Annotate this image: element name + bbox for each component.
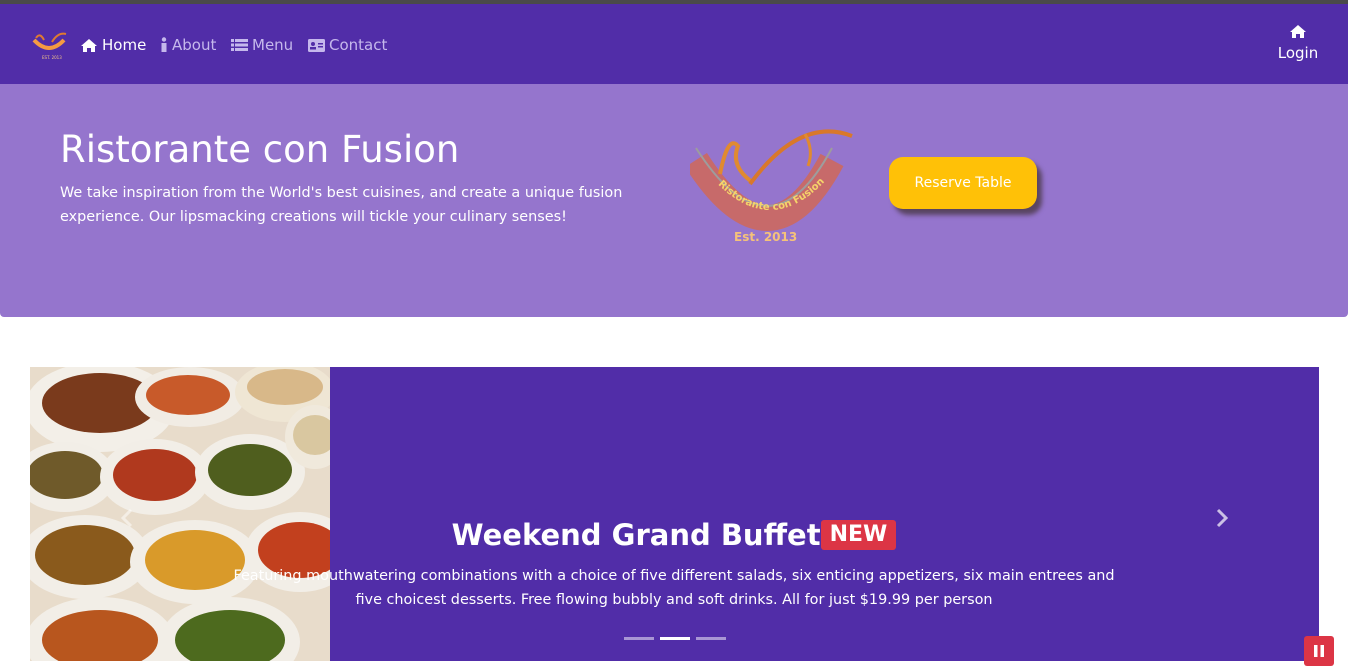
restaurant-logo: Ristorante con Fusion Est. 2013: [690, 129, 853, 244]
buffet-food-image: [30, 367, 330, 661]
slide-description: Featuring mouthwatering combinations wit…: [233, 568, 1115, 608]
chevron-left-icon: [120, 508, 133, 528]
carousel-indicator[interactable]: [696, 637, 726, 640]
reserve-table-button[interactable]: Reserve Table: [889, 157, 1037, 209]
brand-logo[interactable]: EST. 2013: [30, 30, 68, 60]
nav-contact[interactable]: Contact: [308, 35, 387, 55]
hero-description: We take inspiration from the World's bes…: [60, 185, 623, 225]
info-icon: [161, 37, 167, 52]
pause-icon: [1314, 645, 1324, 657]
svg-text:Est. 2013: Est. 2013: [734, 230, 797, 244]
navbar: EST. 2013 Home About Menu Contact Login: [0, 4, 1348, 84]
nav-menu[interactable]: Menu: [231, 35, 293, 55]
nav-about[interactable]: About: [160, 35, 216, 55]
nav-contact-label: Contact: [329, 36, 388, 54]
carousel-next-control[interactable]: [1210, 504, 1234, 532]
login-button[interactable]: Login: [1270, 24, 1326, 62]
carousel-prev-control[interactable]: [115, 504, 139, 532]
nav-home[interactable]: Home: [80, 35, 146, 55]
carousel-indicator[interactable]: [624, 637, 654, 640]
hero-title: Ristorante con Fusion: [60, 128, 460, 171]
carousel-indicators: [624, 637, 726, 640]
list-icon: [231, 39, 248, 51]
new-badge: NEW: [820, 520, 897, 550]
svg-text:EST. 2013: EST. 2013: [42, 55, 62, 60]
nav-home-label: Home: [102, 36, 147, 54]
nav-about-label: About: [172, 36, 217, 54]
address-card-icon: [308, 38, 325, 52]
login-label: Login: [1277, 44, 1319, 62]
nav-menu-label: Menu: [252, 36, 294, 54]
slide-title: Weekend Grand Buffet: [451, 518, 821, 552]
chevron-right-icon: [1216, 508, 1229, 528]
carousel: [30, 367, 1319, 661]
home-icon: [1290, 25, 1306, 38]
slide-title-row: Weekend Grand Buffet NEW: [0, 516, 1348, 552]
carousel-pause-button[interactable]: [1304, 636, 1334, 666]
home-icon: [81, 38, 97, 52]
carousel-indicator-active[interactable]: [660, 637, 690, 640]
